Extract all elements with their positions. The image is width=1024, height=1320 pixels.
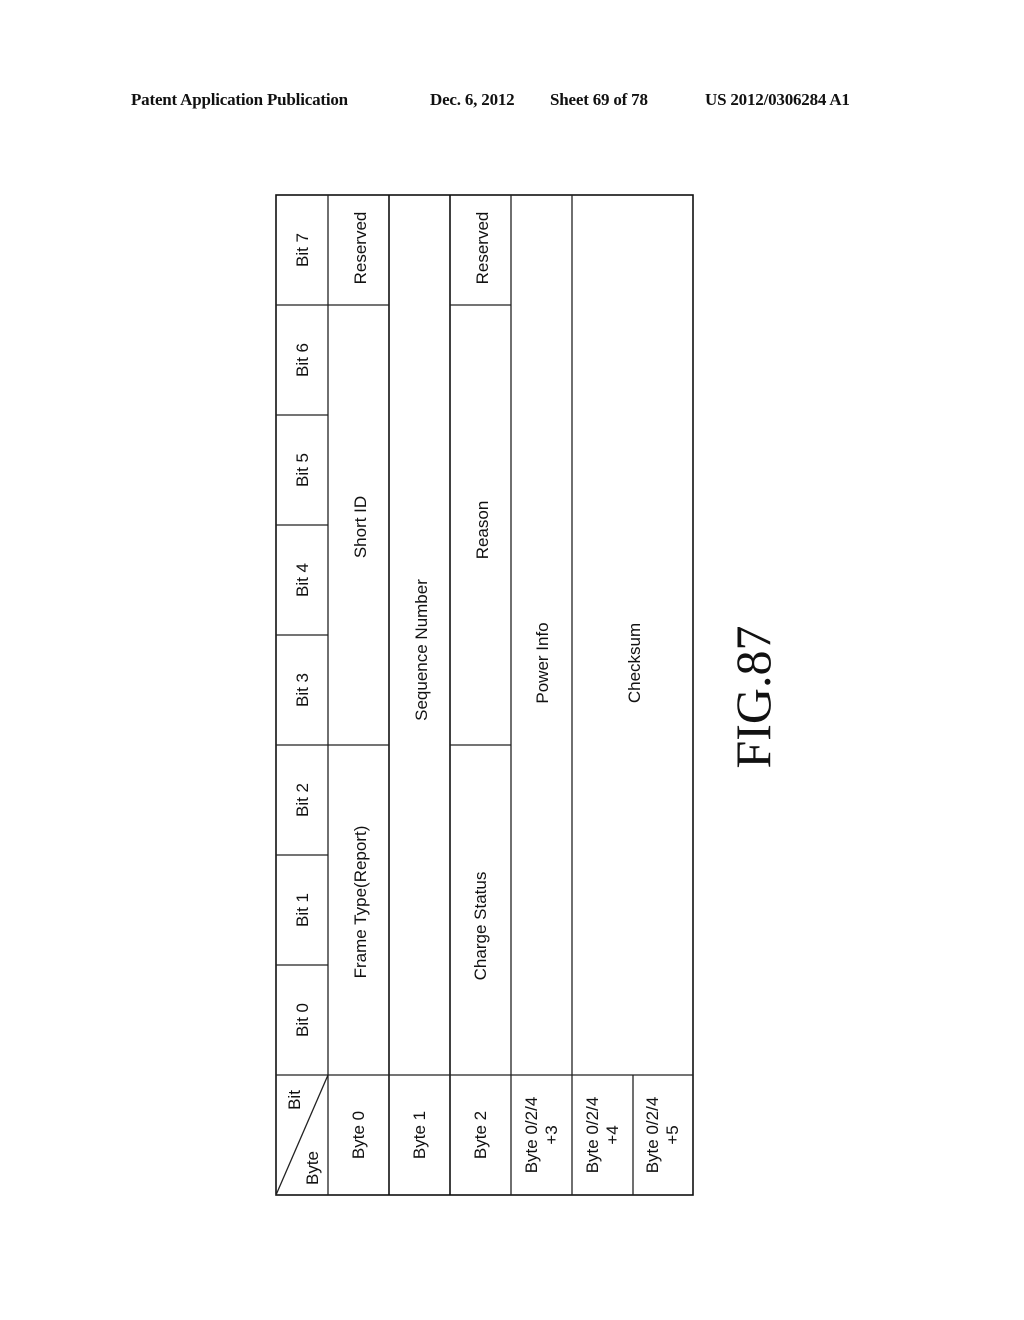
figure-label: FIG.87 (725, 625, 781, 768)
byte-label-offset: +3 (542, 1125, 561, 1144)
byte-label: Byte 0/2/4 (522, 1097, 541, 1174)
field-power-info: Power Info (533, 622, 552, 703)
bit-header: Bit 6 (293, 343, 312, 377)
bit-field-table-figure: Bit Byte Bit 0 Bit 1 Bit 2 Bit 3 Bit 4 B… (275, 194, 781, 1196)
corner-bit-label: Bit (285, 1090, 304, 1110)
bit-header: Bit 7 (293, 233, 312, 267)
byte-label: Byte 0/2/4 (583, 1097, 602, 1174)
field-reserved: Reserved (351, 212, 370, 285)
bit-header: Bit 5 (293, 453, 312, 487)
bit-header: Bit 1 (293, 893, 312, 927)
field-checksum: Checksum (625, 623, 644, 703)
bit-header: Bit 3 (293, 673, 312, 707)
bit-header: Bit 2 (293, 783, 312, 817)
field-charge-status: Charge Status (471, 872, 490, 981)
byte-label: Byte 2 (471, 1111, 490, 1159)
byte-label-offset: +4 (603, 1125, 622, 1144)
bit-header: Bit 4 (293, 563, 312, 597)
byte-label: Byte 1 (410, 1111, 429, 1159)
field-reason: Reason (473, 501, 492, 560)
bit-header: Bit 0 (293, 1003, 312, 1037)
byte-label-offset: +5 (663, 1125, 682, 1144)
field-frame-type: Frame Type(Report) (351, 826, 370, 979)
field-sequence-number: Sequence Number (412, 579, 431, 721)
field-reserved: Reserved (473, 212, 492, 285)
byte-label: Byte 0 (349, 1111, 368, 1159)
corner-byte-label: Byte (303, 1151, 322, 1185)
field-short-id: Short ID (351, 496, 370, 558)
byte-label: Byte 0/2/4 (643, 1097, 662, 1174)
